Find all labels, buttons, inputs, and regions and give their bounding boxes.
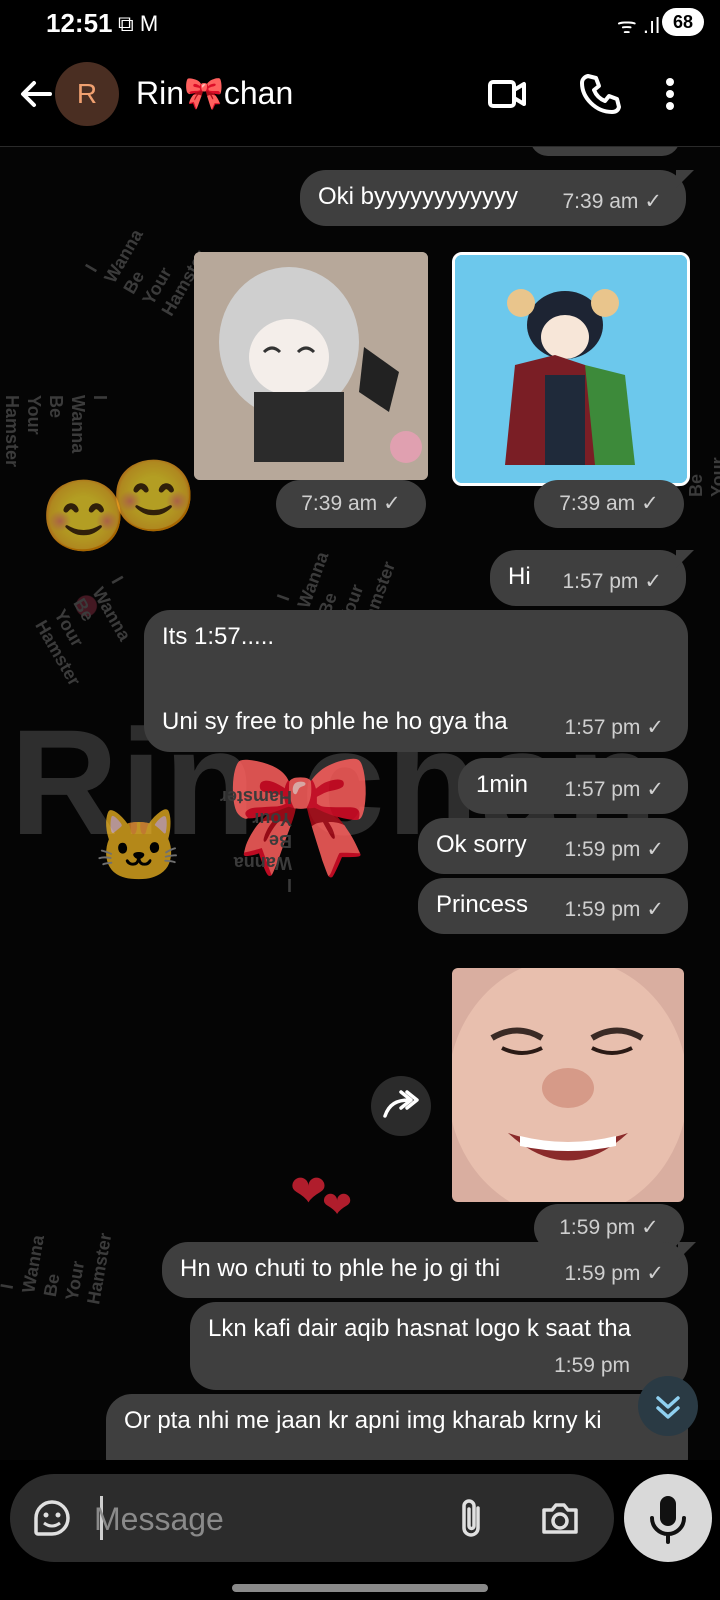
- status-bar: 12:51 ⧉ M ᯤ .ıl 68: [0, 0, 720, 46]
- message-text: Hi: [508, 563, 531, 590]
- message-bubble[interactable]: 1min 1:57 pm ✓: [458, 758, 688, 814]
- message-input[interactable]: [92, 1492, 436, 1546]
- scroll-down-icon[interactable]: [638, 1376, 698, 1436]
- message-text: Its 1:57.....: [162, 623, 275, 650]
- message-bubble[interactable]: Princess 1:59 pm ✓: [418, 878, 688, 934]
- microphone-icon[interactable]: [624, 1474, 712, 1562]
- wallpaper-text: I Wanna Be Your Hamster: [31, 572, 135, 690]
- message-text: Ok sorry: [436, 831, 527, 858]
- check-icon: ✓: [646, 838, 664, 861]
- message-text: Lkn kafi dair aqib hasnat logo k saat th…: [208, 1315, 631, 1342]
- message-bubble[interactable]: Lkn kafi dair aqib hasnat logo k saat th…: [190, 1302, 688, 1390]
- check-icon: ✓: [644, 570, 662, 593]
- home-gesture-bar[interactable]: [232, 1584, 488, 1592]
- cat-decoration: 🐱: [95, 807, 183, 885]
- heart-decoration: ❤: [322, 1184, 353, 1225]
- message-bubble[interactable]: Hn wo chuti to phle he jo gi thi 1:59 pm…: [162, 1242, 688, 1298]
- message-text: Or pta nhi me jaan kr apni img kharab kr…: [124, 1407, 602, 1434]
- check-icon: ✓: [646, 716, 664, 739]
- message-composer: [10, 1474, 614, 1562]
- message-text: Uni sy free to phle he ho gya tha: [162, 708, 508, 735]
- wallpaper-text: I Wanna Be Your Hamster: [2, 394, 111, 468]
- check-icon: ✓: [383, 492, 401, 515]
- message-bubble[interactable]: Its 1:57..... Uni sy free to phle he ho …: [144, 610, 688, 752]
- message-time: 1:57 pm ✓: [564, 716, 665, 739]
- check-icon: ✓: [646, 898, 664, 921]
- message-bubble[interactable]: Hi 1:57 pm ✓: [490, 550, 686, 606]
- contact-name[interactable]: Rin🎀chan: [136, 74, 293, 112]
- message-time: 7:39 am ✓: [562, 190, 663, 213]
- check-icon: ✓: [646, 1262, 664, 1285]
- message-time: 1:57 pm ✓: [562, 570, 663, 593]
- sticker-icon[interactable]: [30, 1496, 74, 1540]
- forward-icon[interactable]: [371, 1076, 431, 1136]
- message-bubble[interactable]: Ok sorry 1:59 pm ✓: [418, 818, 688, 874]
- message-time: 1:59 pm ✓: [564, 1262, 665, 1285]
- back-arrow-icon[interactable]: [14, 72, 58, 116]
- status-time: 12:51: [46, 8, 113, 38]
- wallpaper-text: I Wanna Be Your Hamster: [0, 1231, 116, 1306]
- paperclip-icon[interactable]: [456, 1496, 486, 1540]
- message-time: 1:59 pm ✓: [564, 898, 665, 921]
- message-text: Princess: [436, 891, 529, 918]
- wallpaper-text: I Wanna Be Your Hamster: [81, 225, 211, 320]
- battery-indicator: 68: [662, 8, 704, 36]
- camera-icon[interactable]: [538, 1496, 582, 1540]
- chat-header: R Rin🎀chan: [0, 46, 720, 147]
- check-icon: ✓: [644, 190, 662, 213]
- message-bubble[interactable]: Oki byyyyyyyyyyyy 7:39 am ✓: [300, 170, 686, 226]
- wallpaper-text: I Wanna Be Your Hamster: [220, 787, 293, 895]
- message-bubble[interactable]: [530, 146, 680, 156]
- message-time: 1:59 pm ✓: [564, 838, 665, 861]
- message-time: 1:57 pm ✓: [564, 778, 665, 801]
- phone-icon[interactable]: [576, 70, 624, 118]
- image-attachment[interactable]: [194, 252, 428, 480]
- check-icon: ✓: [646, 778, 664, 801]
- emoji-decoration: 😊: [110, 457, 198, 535]
- check-icon: ✓: [641, 492, 659, 515]
- video-call-icon[interactable]: [484, 70, 532, 118]
- message-time: 7:39 am ✓: [276, 480, 426, 528]
- image-attachment[interactable]: [452, 252, 690, 486]
- notification-icons: ⧉ M: [118, 11, 159, 36]
- system-nav-bar: [0, 1570, 720, 1600]
- more-vert-icon[interactable]: [655, 70, 685, 118]
- message-text: 1min: [476, 771, 529, 798]
- message-bubble[interactable]: Or pta nhi me jaan kr apni img kharab kr…: [106, 1394, 688, 1460]
- message-time: 7:39 am ✓: [534, 480, 684, 528]
- message-time: 1:59 pm: [554, 1354, 630, 1377]
- message-text: Hn wo chuti to phle he jo gi thi: [180, 1255, 501, 1282]
- message-text: Oki byyyyyyyyyyyy: [318, 183, 519, 210]
- image-attachment[interactable]: [452, 968, 684, 1202]
- chat-area[interactable]: Rin chan 🎀 😊 😊 🐱 ❤ ❤ I Wanna Be Your Ham…: [0, 146, 720, 1460]
- avatar[interactable]: R: [55, 62, 119, 126]
- signal-wifi-icons: ᯤ .ıl: [616, 13, 660, 38]
